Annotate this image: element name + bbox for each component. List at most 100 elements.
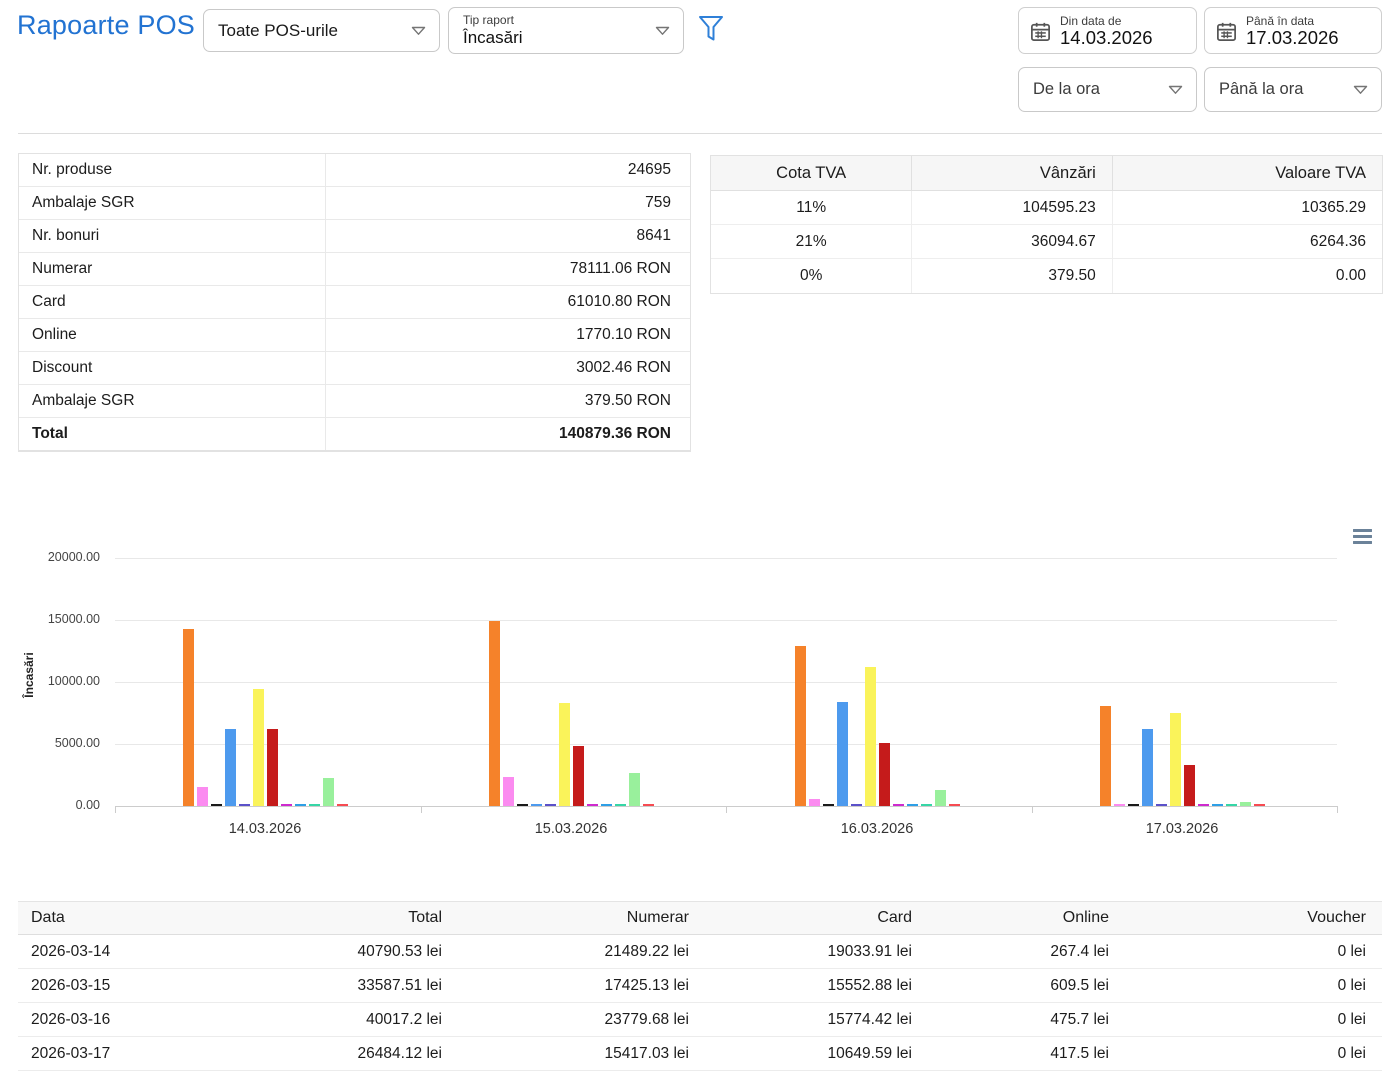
chart-bar: [183, 629, 194, 806]
summary-row-label: Ambalaje SGR: [19, 385, 326, 417]
vat-cell: 379.50: [912, 259, 1112, 293]
y-axis-tick-label: 20000.00: [5, 550, 100, 564]
daily-cell: 0 lei: [1125, 1011, 1382, 1029]
daily-cell: 0 lei: [1125, 1045, 1382, 1063]
chart-bar: [851, 804, 862, 806]
chart-bar: [601, 804, 612, 806]
daily-cell: 267.4 lei: [928, 943, 1125, 961]
daily-cell: 2026-03-16: [18, 1011, 268, 1029]
vat-row: 0%379.500.00: [711, 259, 1382, 293]
chart-bar: [823, 804, 834, 806]
date-to-field[interactable]: Până în data 17.03.2026: [1204, 7, 1382, 54]
summary-table: Nr. produse24695Ambalaje SGR759Nr. bonur…: [18, 153, 691, 452]
time-to-placeholder: Până la ora: [1205, 80, 1353, 99]
chart-bar: [921, 804, 932, 806]
vat-cell: 36094.67: [912, 225, 1112, 258]
rapoarte-pos-page: Rapoarte POS Toate POS-urile Tip raport …: [0, 0, 1400, 1077]
chart-bar: [795, 646, 806, 806]
daily-header-cell: Data: [18, 909, 268, 927]
daily-row: 2026-03-1533587.51 lei17425.13 lei15552.…: [18, 969, 1382, 1003]
y-axis-tick-label: 10000.00: [5, 674, 100, 688]
daily-cell: 417.5 lei: [928, 1045, 1125, 1063]
summary-row: Total140879.36 RON: [19, 418, 690, 451]
daily-cell: 2026-03-14: [18, 943, 268, 961]
time-from-select[interactable]: De la ora: [1018, 67, 1197, 112]
daily-cell: 33587.51 lei: [268, 977, 458, 995]
vat-cell: 11%: [711, 191, 912, 224]
daily-cell: 0 lei: [1125, 943, 1382, 961]
daily-header-cell: Voucher: [1125, 909, 1382, 927]
summary-row-label: Card: [19, 286, 326, 318]
daily-cell: 26484.12 lei: [268, 1045, 458, 1063]
chart-bar: [323, 778, 334, 806]
chart-bar: [629, 773, 640, 806]
vat-cell: 104595.23: [912, 191, 1112, 224]
daily-row: 2026-03-1640017.2 lei23779.68 lei15774.4…: [18, 1003, 1382, 1037]
chart-bar: [559, 703, 570, 806]
x-axis-tick: [1337, 806, 1338, 813]
summary-row-value: 3002.46 RON: [326, 359, 690, 377]
pos-filter-select[interactable]: Toate POS-urile: [203, 9, 440, 52]
summary-row: Ambalaje SGR379.50 RON: [19, 385, 690, 418]
chart-bar: [935, 790, 946, 806]
chart-bar: [489, 621, 500, 806]
chart-bar: [837, 702, 848, 806]
time-from-placeholder: De la ora: [1019, 80, 1168, 99]
summary-row: Online1770.10 RON: [19, 319, 690, 352]
x-axis-label: 16.03.2026: [797, 821, 957, 837]
chart-bar: [1100, 706, 1111, 806]
chart-bar: [893, 804, 904, 806]
daily-header-row: DataTotalNumerarCardOnlineVoucher: [18, 901, 1382, 935]
daily-cell: 2026-03-15: [18, 977, 268, 995]
chart-bar: [197, 787, 208, 806]
daily-row: 2026-03-1726484.12 lei15417.03 lei10649.…: [18, 1037, 1382, 1071]
summary-row-value: 379.50 RON: [326, 392, 690, 410]
page-title: Rapoarte POS: [17, 10, 195, 41]
vat-cell: 0.00: [1113, 259, 1382, 293]
date-from-field[interactable]: Din data de 14.03.2026: [1018, 7, 1197, 54]
summary-row-value: 1770.10 RON: [326, 326, 690, 344]
time-to-select[interactable]: Până la ora: [1204, 67, 1382, 112]
daily-cell: 0 lei: [1125, 977, 1382, 995]
daily-cell: 15774.42 lei: [705, 1011, 928, 1029]
chart-bar: [1226, 804, 1237, 806]
chart-bar: [281, 804, 292, 806]
daily-header-cell: Card: [705, 909, 928, 927]
chart-bar: [587, 804, 598, 806]
vat-cell: 21%: [711, 225, 912, 258]
chart-menu-icon[interactable]: [1353, 529, 1373, 544]
chart-bar: [809, 799, 820, 806]
summary-row-value: 8641: [326, 227, 690, 245]
chevron-down-icon: [1353, 85, 1368, 95]
chart-bar: [211, 804, 222, 806]
chart-bar: [267, 729, 278, 806]
chart-bar: [337, 804, 348, 806]
chart-bar: [949, 804, 960, 806]
summary-row-value: 140879.36 RON: [326, 425, 690, 443]
chart-bar: [1142, 729, 1153, 806]
bar-group: [795, 546, 960, 806]
daily-cell: 40017.2 lei: [268, 1011, 458, 1029]
vat-cell: 0%: [711, 259, 912, 293]
bar-group: [1100, 546, 1265, 806]
bar-group: [489, 546, 654, 806]
filter-icon[interactable]: [698, 15, 726, 45]
daily-header-cell: Total: [268, 909, 458, 927]
vat-table: Cota TVAVânzăriValoare TVA11%104595.2310…: [710, 155, 1383, 294]
summary-row: Discount3002.46 RON: [19, 352, 690, 385]
chart-bar: [865, 667, 876, 806]
report-type-label: Tip raport: [463, 13, 514, 27]
chart-bar: [1198, 804, 1209, 806]
vat-cell: 6264.36: [1113, 225, 1382, 258]
chart-bar: [309, 804, 320, 806]
calendar-icon: [1215, 20, 1238, 48]
bar-group: [183, 546, 348, 806]
vat-row: 11%104595.2310365.29: [711, 191, 1382, 225]
chart-bar: [615, 804, 626, 806]
header-divider: [18, 133, 1382, 134]
report-type-select[interactable]: Tip raport Încasări: [448, 7, 684, 54]
x-axis-tick: [115, 806, 116, 813]
summary-row-value: 78111.06 RON: [326, 260, 690, 278]
summary-row-label: Discount: [19, 352, 326, 384]
summary-row: Card61010.80 RON: [19, 286, 690, 319]
